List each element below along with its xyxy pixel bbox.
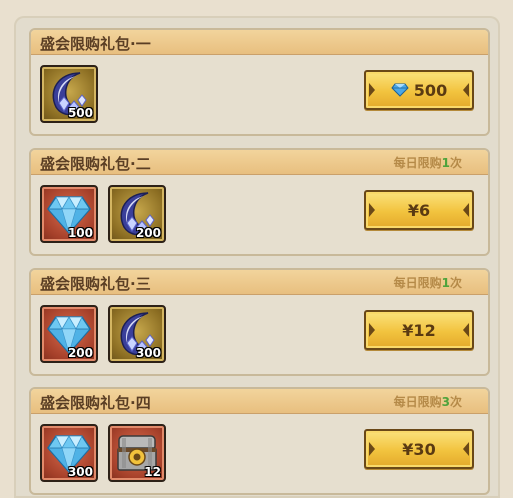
daily-limit-count: 1 xyxy=(441,156,450,170)
gift-pack-title: 盛会限购礼包·一 xyxy=(40,35,151,53)
gift-pack-header: 盛会限购礼包·二 每日限购1次 xyxy=(31,150,488,175)
daily-limit-label: 每日限购3次 xyxy=(393,395,462,409)
buy-button[interactable]: ¥6 xyxy=(364,190,474,230)
price-label: ¥12 xyxy=(402,320,436,340)
gift-pack-header: 盛会限购礼包·三 每日限购1次 xyxy=(31,270,488,295)
buy-button[interactable]: ¥12 xyxy=(364,310,474,350)
gift-pack-title: 盛会限购礼包·三 xyxy=(40,275,151,293)
reward-item-crescent-crystal[interactable]: 300 xyxy=(108,305,166,363)
reward-quantity: 200 xyxy=(67,346,93,360)
reward-item-treasure-chest[interactable]: 12 xyxy=(108,424,166,482)
daily-limit-label: 每日限购1次 xyxy=(393,276,462,290)
daily-limit-count: 1 xyxy=(441,276,450,290)
reward-quantity: 200 xyxy=(135,226,161,240)
reward-item-blue-diamond[interactable]: 300 xyxy=(40,424,98,482)
reward-quantity: 300 xyxy=(135,346,161,360)
buy-button[interactable]: 500 xyxy=(364,70,474,110)
reward-quantity: 300 xyxy=(67,465,93,479)
gift-pack-title: 盛会限购礼包·四 xyxy=(40,394,151,412)
gift-pack-3: 盛会限购礼包·三 每日限购1次 200 300 ¥12 xyxy=(29,268,490,376)
reward-item-crescent-crystal[interactable]: 500 xyxy=(40,65,98,123)
reward-item-crescent-crystal[interactable]: 200 xyxy=(108,185,166,243)
daily-limit-label: 每日限购1次 xyxy=(393,156,462,170)
buy-button[interactable]: ¥30 xyxy=(364,429,474,469)
gift-pack-2: 盛会限购礼包·二 每日限购1次 100 200 ¥6 xyxy=(29,148,490,256)
reward-quantity: 12 xyxy=(144,465,161,479)
price-label: 500 xyxy=(413,80,448,100)
gift-pack-header: 盛会限购礼包·一 xyxy=(31,30,488,55)
price-label: ¥6 xyxy=(407,200,431,220)
daily-limit-count: 3 xyxy=(441,395,450,409)
reward-item-blue-diamond[interactable]: 100 xyxy=(40,185,98,243)
gift-pack-1: 盛会限购礼包·一 500 500 xyxy=(29,28,490,136)
gift-pack-list[interactable]: 盛会限购礼包·一 500 500 盛会限购礼包·二 每日限购1次 100 200… xyxy=(14,16,500,498)
gift-pack-header: 盛会限购礼包·四 每日限购3次 xyxy=(31,389,488,414)
price-label: ¥30 xyxy=(402,439,436,459)
diamond-icon xyxy=(391,83,409,97)
gift-pack-4: 盛会限购礼包·四 每日限购3次 300 12 ¥30 xyxy=(29,387,490,495)
reward-quantity: 100 xyxy=(67,226,93,240)
gift-pack-title: 盛会限购礼包·二 xyxy=(40,155,151,173)
reward-item-blue-diamond[interactable]: 200 xyxy=(40,305,98,363)
reward-quantity: 500 xyxy=(67,106,93,120)
